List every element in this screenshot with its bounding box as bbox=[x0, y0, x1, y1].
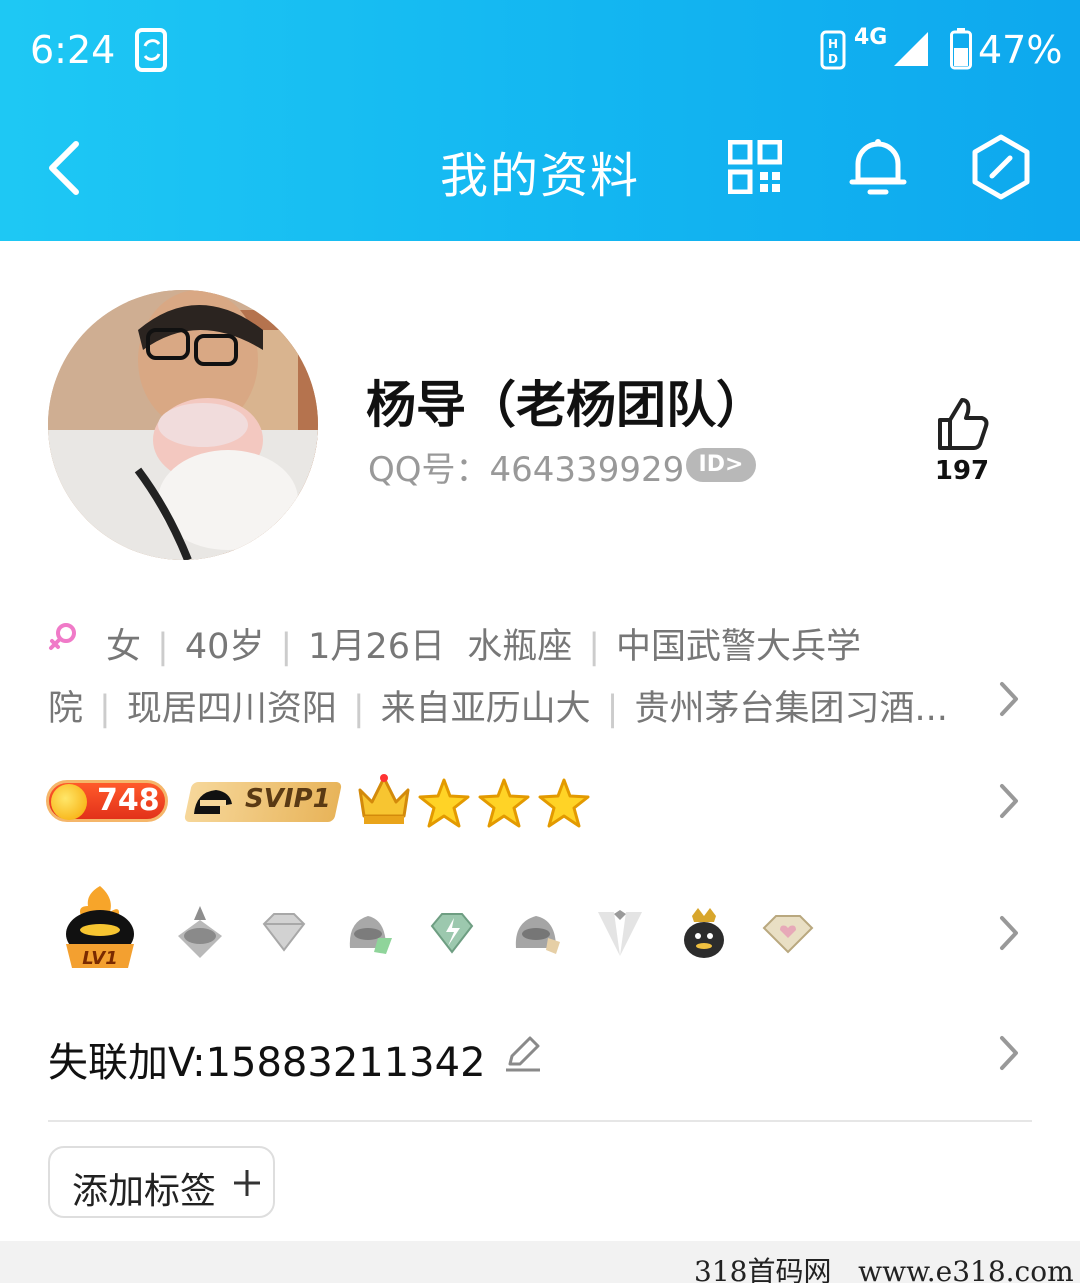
pencil-edit-icon[interactable] bbox=[504, 1034, 542, 1072]
battery-icon bbox=[950, 28, 972, 70]
nav-bar: 我的资料 bbox=[0, 100, 1080, 241]
signal-icon bbox=[894, 32, 928, 66]
star-icon[interactable] bbox=[538, 778, 590, 828]
gold-penguin-badge-icon[interactable] bbox=[508, 902, 564, 962]
info-school: 中国武警大兵学 bbox=[616, 627, 862, 667]
gray-penguin-badge-icon[interactable] bbox=[172, 902, 228, 962]
id-badge[interactable]: ID> bbox=[686, 448, 756, 482]
back-icon[interactable] bbox=[40, 138, 90, 198]
info-school-cont: 院 bbox=[48, 689, 84, 729]
qq-label: QQ号： bbox=[368, 450, 490, 490]
star-icon[interactable] bbox=[418, 778, 470, 828]
info-company: 贵州茅台集团习酒... bbox=[634, 689, 948, 729]
add-tag-button[interactable]: 添加标签 bbox=[48, 1146, 275, 1218]
watermark: 318首码网 www.e318.com bbox=[694, 1255, 1074, 1283]
avatar-photo bbox=[48, 290, 318, 560]
svip-helmet-icon bbox=[194, 790, 232, 814]
svg-text:LV1: LV1 bbox=[82, 948, 117, 969]
add-tag-label: 添加标签 bbox=[72, 1171, 217, 1212]
level-lv1-icon[interactable]: LV1 bbox=[60, 884, 140, 976]
diamond-icon[interactable] bbox=[256, 902, 312, 962]
chevron-right-icon[interactable] bbox=[998, 782, 1020, 820]
profile-info-line-1[interactable]: 女 | 40岁 | 1月26日 水瓶座 | 中国武警大兵学 bbox=[48, 618, 1048, 669]
tuxedo-badge-icon[interactable] bbox=[592, 902, 648, 962]
top-header: 6:24 H D 4G 47% 我的资料 bbox=[0, 0, 1080, 241]
qr-code-icon[interactable] bbox=[728, 140, 782, 194]
coin-value: 748 bbox=[97, 783, 160, 818]
chevron-right-icon[interactable] bbox=[998, 914, 1020, 952]
svg-text:D: D bbox=[828, 52, 838, 66]
qq-number: 464339929 bbox=[489, 450, 685, 490]
info-birthday: 1月26日 水瓶座 bbox=[308, 627, 573, 667]
status-time: 6:24 bbox=[30, 28, 116, 72]
info-age: 40岁 bbox=[184, 627, 265, 667]
qq-number-line: QQ号：464339929 bbox=[368, 442, 684, 491]
avatar[interactable] bbox=[48, 290, 318, 560]
signature-text[interactable]: 失联加V:15883211342 bbox=[48, 1030, 486, 1088]
star-icon[interactable] bbox=[478, 778, 530, 828]
coin-icon bbox=[51, 784, 87, 820]
battery-percent: 47% bbox=[978, 28, 1063, 72]
page-title: 我的资料 bbox=[440, 148, 641, 204]
info-residence: 现居四川资阳 bbox=[126, 689, 337, 729]
chevron-right-icon[interactable] bbox=[998, 1034, 1020, 1072]
plus-icon bbox=[234, 1170, 260, 1196]
sync-phone-icon bbox=[135, 28, 167, 72]
hexagon-edit-icon[interactable] bbox=[970, 134, 1032, 200]
green-diamond-bolt-icon[interactable] bbox=[424, 902, 480, 962]
profile-info-line-2[interactable]: 院 | 现居四川资阳 | 来自亚历山大 | 贵州茅台集团习酒... bbox=[48, 680, 1048, 731]
crowned-penguin-icon[interactable] bbox=[676, 902, 732, 962]
info-gender: 女 bbox=[106, 627, 142, 667]
status-bar: 6:24 H D 4G 47% bbox=[0, 0, 1080, 100]
bell-icon[interactable] bbox=[848, 134, 908, 198]
svg-text:H: H bbox=[828, 37, 838, 51]
hd-icon: H D bbox=[820, 30, 846, 70]
heart-diamond-icon[interactable] bbox=[760, 902, 816, 962]
chevron-right-icon[interactable] bbox=[998, 680, 1020, 718]
divider bbox=[48, 1120, 1032, 1122]
crown-icon[interactable] bbox=[354, 770, 414, 828]
network-type: 4G bbox=[854, 25, 888, 50]
thumbs-up-icon[interactable] bbox=[934, 396, 990, 452]
profile-name: 杨导（老杨团队） bbox=[366, 376, 766, 434]
green-bolt-penguin-icon[interactable] bbox=[340, 902, 396, 962]
info-hometown: 来自亚历山大 bbox=[380, 689, 591, 729]
svip-label: SVIP1 bbox=[245, 784, 331, 814]
coin-badge[interactable]: 748 bbox=[46, 780, 168, 822]
likes-count[interactable]: 197 bbox=[930, 456, 994, 486]
